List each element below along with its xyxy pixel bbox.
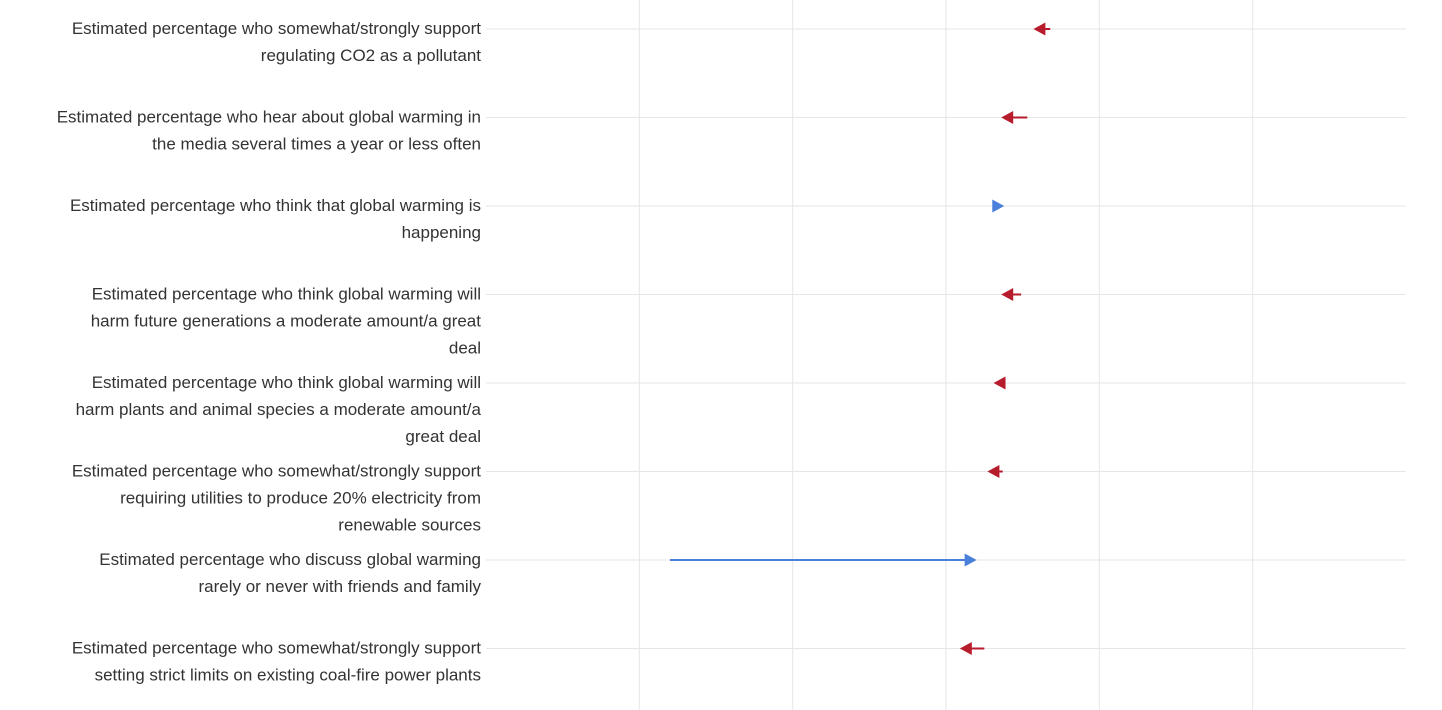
row-label-line: great deal <box>405 427 481 446</box>
row-label-line: setting strict limits on existing coal-f… <box>95 666 481 685</box>
row-label-line: Estimated percentage who somewhat/strong… <box>72 639 481 658</box>
row-label: Estimated percentage who think global wa… <box>91 285 482 358</box>
row-label-line: Estimated percentage who think that glob… <box>70 196 481 215</box>
change-arrow-head <box>992 199 1005 213</box>
row-label-line: happening <box>402 223 481 242</box>
row-label-line: Estimated percentage who discuss global … <box>99 550 481 569</box>
row-label-line: deal <box>449 339 481 358</box>
change-arrow-head <box>959 642 972 655</box>
row-label: Estimated percentage who hear about glob… <box>57 108 481 154</box>
row-label: Estimated percentage who somewhat/strong… <box>72 462 481 535</box>
chart-row: Estimated percentage who hear about glob… <box>57 108 1406 154</box>
chart-row: Estimated percentage who somewhat/strong… <box>72 19 1406 65</box>
row-label-line: Estimated percentage who think global wa… <box>92 373 481 392</box>
row-label: Estimated percentage who think that glob… <box>70 196 481 242</box>
chart-row: Estimated percentage who somewhat/strong… <box>72 462 1406 535</box>
change-arrow-head <box>964 553 977 567</box>
arrow-chart: Estimated percentage who somewhat/strong… <box>57 0 1406 710</box>
change-arrow-head <box>1001 111 1014 124</box>
chart-row: Estimated percentage who discuss global … <box>99 550 1406 596</box>
row-label-line: harm future generations a moderate amoun… <box>91 312 482 331</box>
chart-row: Estimated percentage who think global wa… <box>91 285 1406 358</box>
row-label-line: requiring utilities to produce 20% elect… <box>120 489 481 508</box>
row-label-line: Estimated percentage who think global wa… <box>92 285 481 304</box>
row-label-line: rarely or never with friends and family <box>198 577 481 596</box>
row-label-line: Estimated percentage who somewhat/strong… <box>72 19 481 38</box>
change-arrow-head <box>987 465 1000 478</box>
change-arrow-head <box>1001 288 1014 301</box>
chart-row: Estimated percentage who think that glob… <box>70 196 1406 242</box>
row-label-line: Estimated percentage who somewhat/strong… <box>72 462 481 481</box>
chart-row: Estimated percentage who somewhat/strong… <box>72 639 1406 685</box>
row-label-line: renewable sources <box>338 516 481 535</box>
change-arrow-head <box>993 376 1006 390</box>
row-label-line: harm plants and animal species a moderat… <box>76 400 482 419</box>
row-label-line: the media several times a year or less o… <box>152 135 481 154</box>
change-arrow-head <box>1033 22 1046 36</box>
row-label: Estimated percentage who think global wa… <box>76 373 482 446</box>
row-label: Estimated percentage who somewhat/strong… <box>72 639 481 685</box>
chart-row: Estimated percentage who think global wa… <box>76 373 1406 446</box>
row-label-line: Estimated percentage who hear about glob… <box>57 108 481 127</box>
chart-rows: Estimated percentage who somewhat/strong… <box>57 19 1406 685</box>
row-label: Estimated percentage who somewhat/strong… <box>72 19 481 65</box>
vertical-gridlines <box>638 0 1254 710</box>
row-label: Estimated percentage who discuss global … <box>99 550 481 596</box>
row-label-line: regulating CO2 as a pollutant <box>261 46 481 65</box>
